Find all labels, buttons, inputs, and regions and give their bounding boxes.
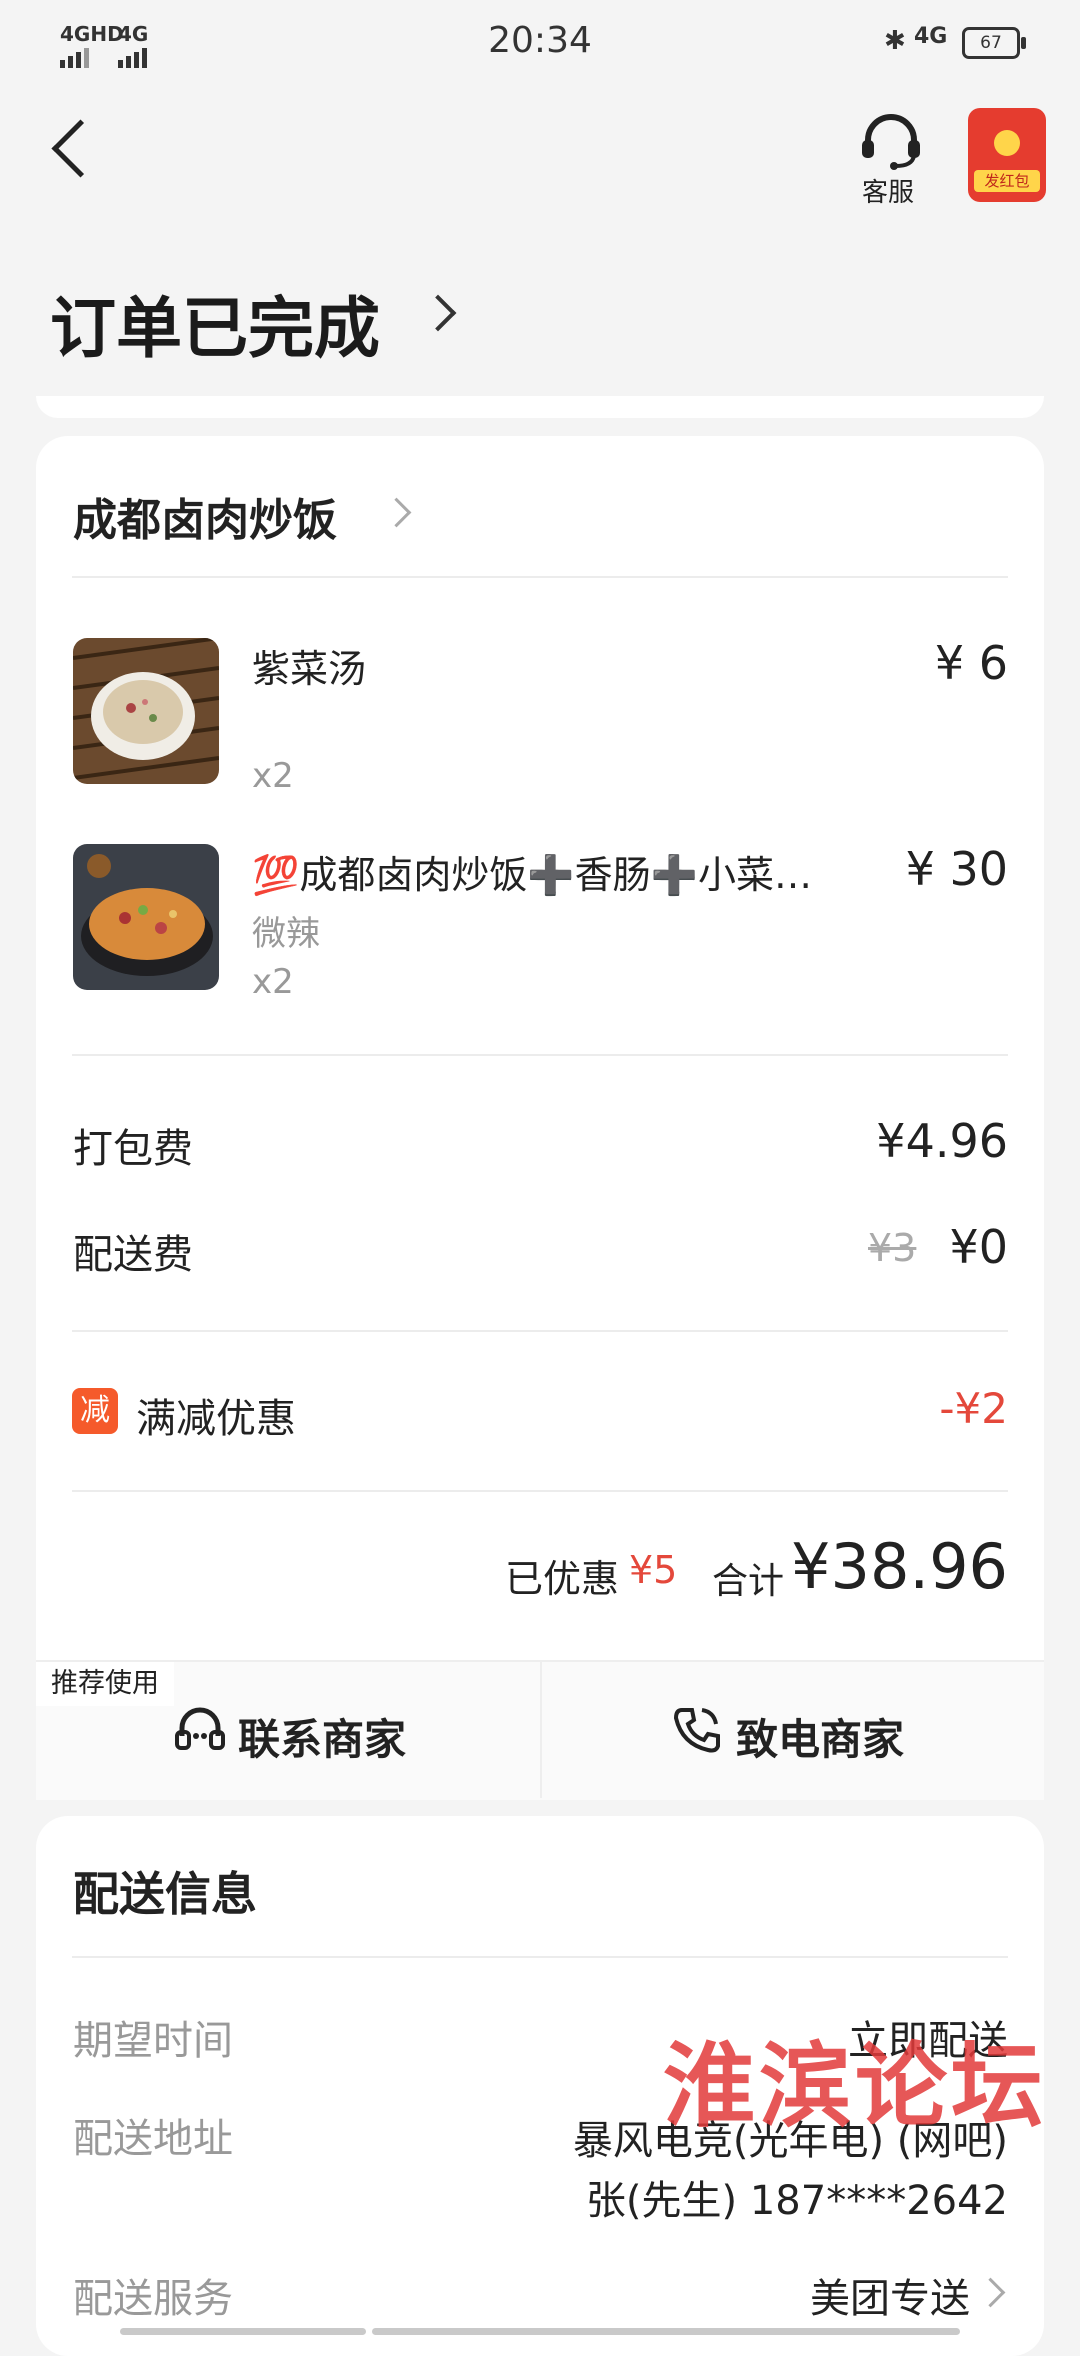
section-title: 配送信息 — [73, 1867, 257, 1921]
saved-label: 已优惠 — [505, 1557, 620, 1601]
scroll-indicator — [120, 2328, 366, 2335]
packing-fee-value: ¥4.96 — [876, 1114, 1008, 1168]
phone-icon — [673, 1708, 720, 1753]
divider — [72, 1956, 1008, 1958]
service-label: 配送服务 — [73, 2276, 233, 2322]
back-icon[interactable] — [51, 119, 110, 178]
page-title[interactable]: 订单已完成 — [50, 275, 380, 371]
item-price: ¥ 30 — [905, 842, 1008, 896]
item-spec: 微辣 — [252, 914, 320, 954]
saved-value: ¥5 — [629, 1548, 678, 1592]
item-name: 紫菜汤 — [252, 647, 367, 691]
call-merchant-label[interactable]: 致电商家 — [736, 1706, 904, 1767]
discount-label: 满减优惠 — [136, 1396, 296, 1442]
delivery-fee-value: ¥0 — [949, 1220, 1008, 1274]
packing-fee-label: 打包费 — [73, 1126, 193, 1172]
divider — [72, 1054, 1008, 1056]
divider — [72, 576, 1008, 578]
network-type: 4G — [914, 24, 948, 49]
total-label: 合计 — [712, 1561, 785, 1602]
item-image[interactable] — [73, 844, 219, 990]
divider — [72, 1490, 1008, 1492]
chat-icon — [175, 1707, 225, 1750]
customer-service-button[interactable] — [858, 112, 924, 172]
status-bar: 4GHD 4G 20:34 ✱ 4G 67 — [0, 0, 1080, 85]
discount-value: -¥2 — [939, 1384, 1008, 1433]
shop-name[interactable]: 成都卤肉炒饭 — [73, 484, 337, 548]
total-value: ¥38.96 — [791, 1530, 1008, 1603]
service-value[interactable]: 美团专送 — [810, 2266, 970, 2324]
item-qty: x2 — [252, 962, 294, 1002]
battery-icon: 67 — [962, 27, 1026, 59]
expected-time-label: 期望时间 — [73, 2018, 233, 2064]
item-name: 💯成都卤肉炒饭➕香肠➕小菜… — [252, 853, 812, 897]
address-label: 配送地址 — [73, 2116, 233, 2162]
watermark: 淮滨论坛 — [663, 2032, 1048, 2140]
red-packet-label: 发红包 — [974, 170, 1040, 192]
discount-badge: 减 — [72, 1388, 118, 1434]
item-qty: x2 — [252, 756, 294, 796]
bluetooth-icon: ✱ — [884, 26, 906, 56]
coin-icon — [994, 130, 1020, 156]
scroll-indicator — [372, 2328, 960, 2335]
headset-icon — [862, 114, 920, 170]
red-packet-button[interactable]: 发红包 — [968, 108, 1046, 202]
address-line-2: 张(先生) 187****2642 — [585, 2178, 1008, 2224]
delivery-fee-label: 配送费 — [73, 1232, 193, 1278]
contact-merchant-label[interactable]: 联系商家 — [238, 1706, 406, 1767]
item-price: ¥ 6 — [934, 636, 1008, 690]
delivery-fee-original: ¥3 — [868, 1226, 917, 1270]
divider — [72, 1330, 1008, 1332]
item-image[interactable] — [73, 638, 219, 784]
customer-service-label[interactable]: 客服 — [862, 172, 914, 209]
collapsed-card-edge — [36, 396, 1044, 418]
chevron-right-icon[interactable] — [419, 294, 457, 332]
